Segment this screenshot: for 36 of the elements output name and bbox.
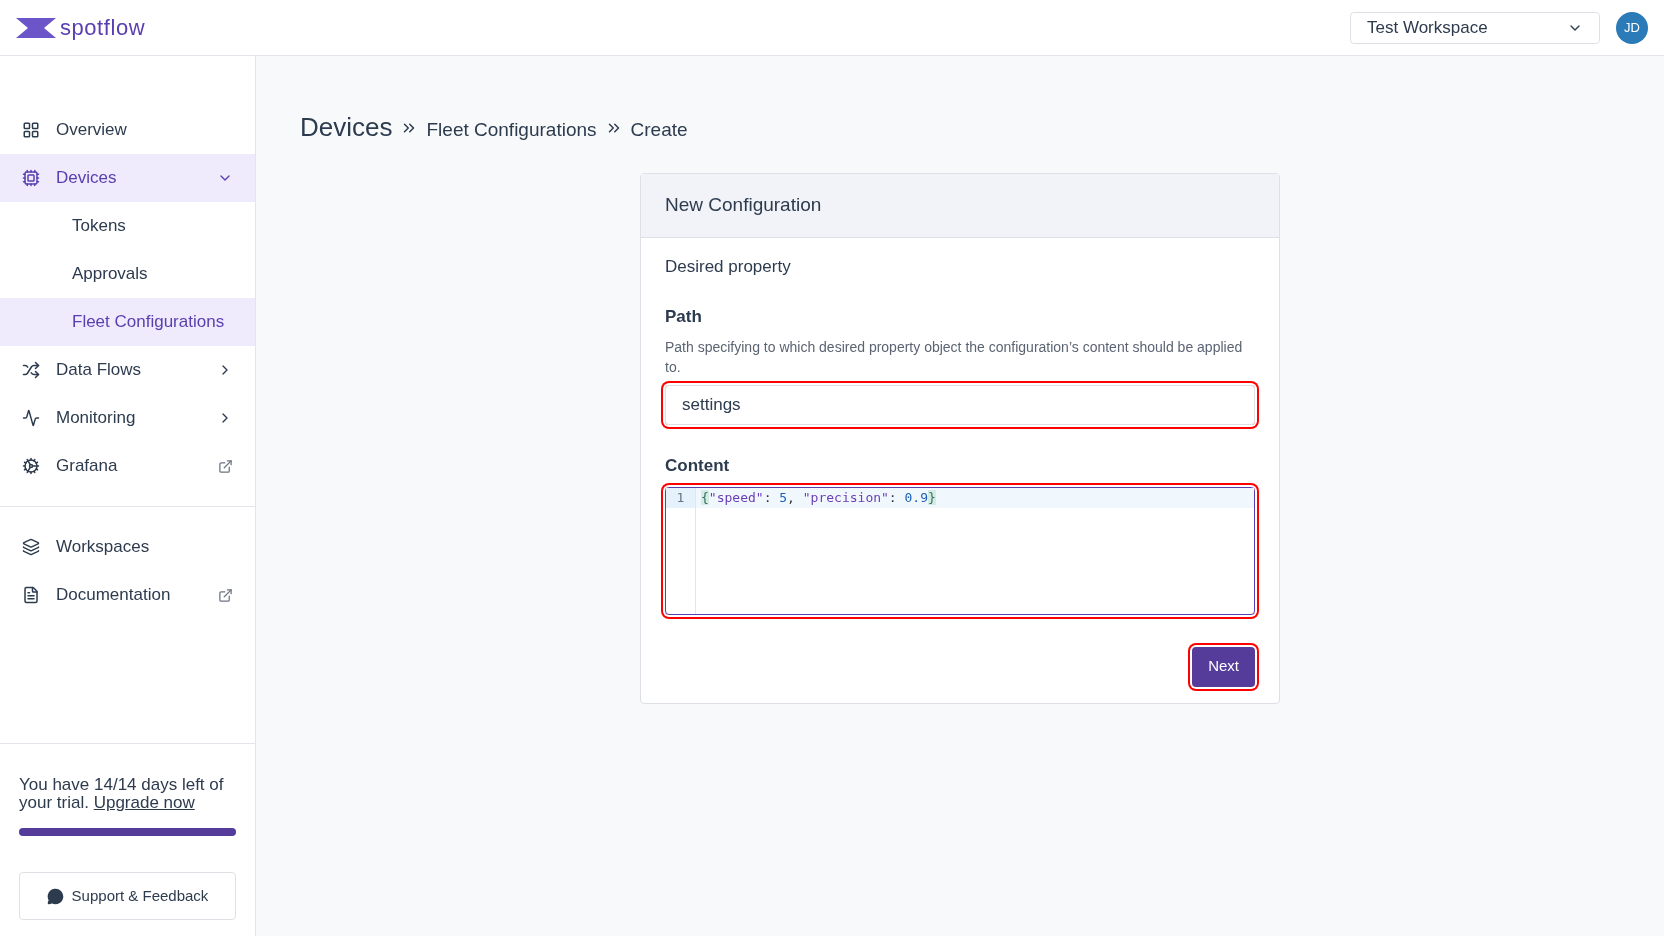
line-number: 1 xyxy=(666,487,695,508)
user-avatar[interactable]: JD xyxy=(1616,11,1648,44)
breadcrumb-item[interactable]: Devices xyxy=(300,108,393,147)
field-hint: Path specifying to which desired property object the configuration’s content should be applied to. xyxy=(665,338,1244,377)
grid-icon xyxy=(22,121,40,139)
shuffle-icon xyxy=(22,361,40,379)
trial-message: You have 14/14 days left of your trial. Upgrade now xyxy=(19,776,225,812)
sidebar-item[interactable]: Monitoring xyxy=(0,394,255,442)
sidebar-item[interactable]: Grafana xyxy=(0,442,255,490)
chip-icon xyxy=(22,169,40,187)
document-icon xyxy=(22,586,40,604)
sidebar-subitem[interactable]: Approvals xyxy=(0,250,255,298)
pulse-icon xyxy=(22,409,40,427)
external-link-icon xyxy=(218,587,233,603)
sidebar-item[interactable]: Devices xyxy=(0,154,255,202)
field-label: Content xyxy=(665,455,731,477)
card-title: New Configuration xyxy=(665,193,822,218)
gear-icon xyxy=(22,457,40,475)
external-link-icon xyxy=(218,458,233,474)
sidebar-subitem[interactable]: Tokens xyxy=(0,202,255,250)
sidebar-subitem[interactable]: Fleet Configurations xyxy=(0,298,255,346)
section-title: Desired property xyxy=(665,256,792,278)
support-feedback-button[interactable]: Support & Feedback xyxy=(19,872,236,920)
upgrade-link[interactable]: Upgrade now xyxy=(93,793,195,812)
field-label: Path xyxy=(665,305,703,328)
breadcrumb-item[interactable]: Fleet Configurations xyxy=(426,116,597,145)
sidebar-item[interactable]: Data Flows xyxy=(0,346,255,394)
sidebar-item[interactable]: Documentation xyxy=(0,571,255,619)
logo-icon xyxy=(16,16,56,39)
sidebar-item[interactable]: Workspaces xyxy=(0,523,255,571)
chat-bubble-icon xyxy=(46,887,64,905)
workspace-dropdown[interactable]: Test Workspace xyxy=(1350,11,1600,44)
layers-icon xyxy=(22,538,40,556)
breadcrumb-item[interactable]: Create xyxy=(630,116,688,145)
sidebar-item[interactable]: Overview xyxy=(0,106,255,154)
logo-text: spotflow xyxy=(60,14,146,42)
